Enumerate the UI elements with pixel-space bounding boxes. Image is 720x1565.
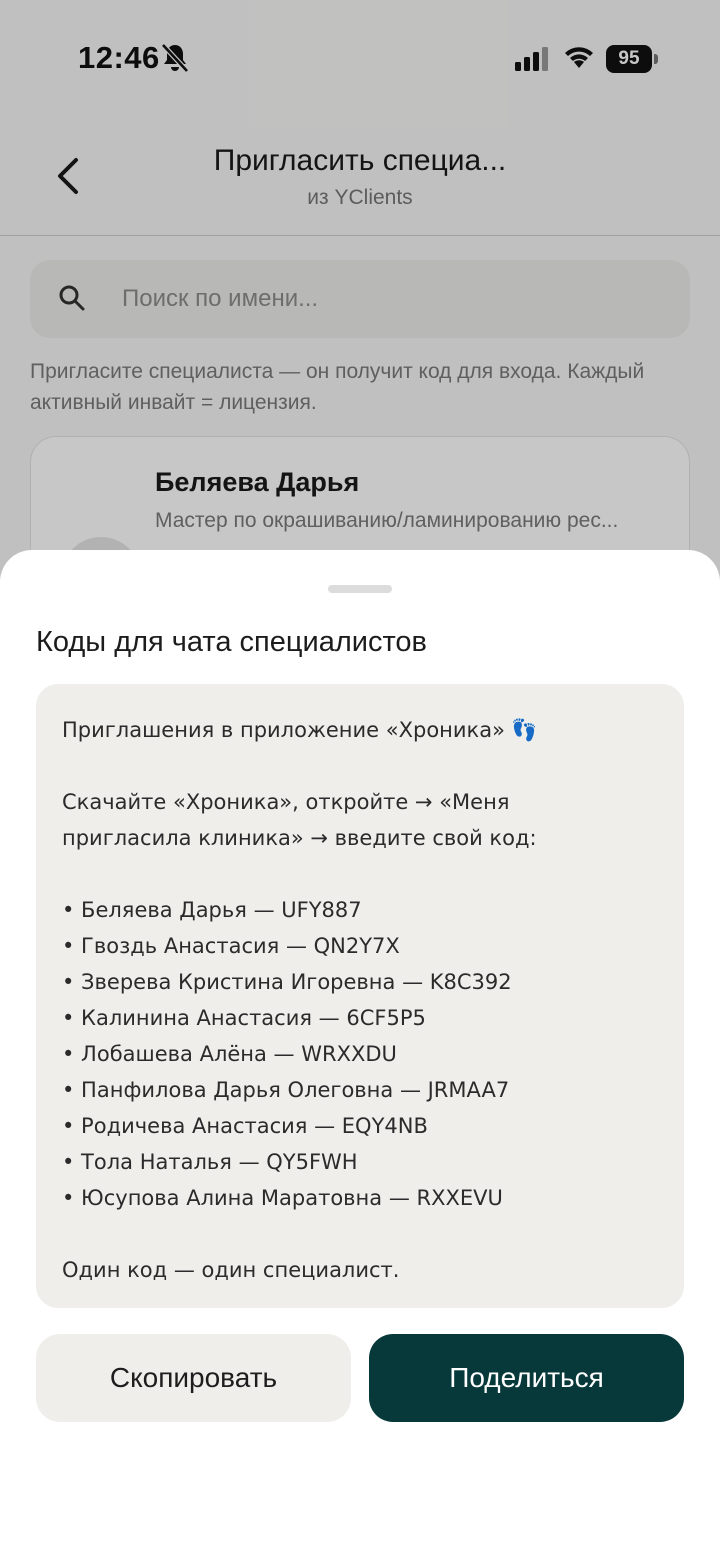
code-line: • Гвоздь Анастасия — QN2Y7X <box>62 934 400 958</box>
message-gap <box>62 1216 658 1252</box>
code-line: • Панфилова Дарья Олеговна — JRMAA7 <box>62 1078 510 1102</box>
message-gap <box>62 748 658 784</box>
message-heading-line: Приглашения в приложение «Хроника» 👣 <box>62 712 658 748</box>
code-line: • Калинина Анастасия — 6CF5P5 <box>62 1006 426 1030</box>
code-line: • Тола Наталья — QY5FWH <box>62 1150 358 1174</box>
code-line: • Родичева Анастасия — EQY4NB <box>62 1114 428 1138</box>
message-footer: Один код — один специалист. <box>62 1258 400 1282</box>
bottom-sheet: Коды для чата специалистов Приглашения в… <box>0 550 720 1565</box>
message-instruction-1: Скачайте «Хроника», откройте → «Меня <box>62 790 510 814</box>
code-line: • Беляева Дарья — UFY887 <box>62 898 362 922</box>
code-line: • Лобашева Алёна — WRXXDU <box>62 1042 397 1066</box>
message-gap <box>62 856 658 892</box>
sheet-title: Коды для чата специалистов <box>36 626 427 658</box>
message-heading: Приглашения в приложение «Хроника» <box>62 718 505 742</box>
sheet-grabber[interactable] <box>328 585 392 593</box>
message-text-box[interactable]: Приглашения в приложение «Хроника» 👣 Скач… <box>36 684 684 1308</box>
message-instruction-2: пригласила клиника» → введите свой код: <box>62 826 537 850</box>
code-line: • Зверева Кристина Игоревна — K8C392 <box>62 970 512 994</box>
code-line: • Юсупова Алина Маратовна — RXXEVU <box>62 1186 503 1210</box>
footprints-icon: 👣 <box>510 718 538 742</box>
copy-button[interactable]: Скопировать <box>36 1334 351 1422</box>
share-button[interactable]: Поделиться <box>369 1334 684 1422</box>
